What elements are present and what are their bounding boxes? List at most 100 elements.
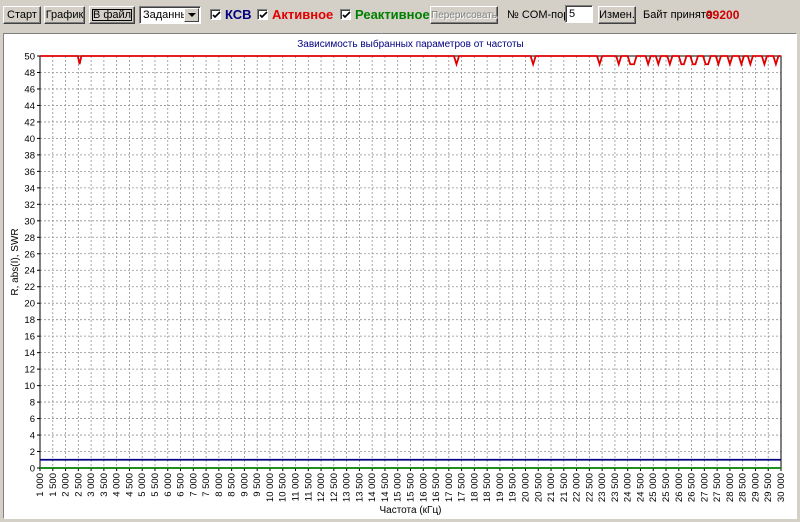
x-tick-label: 12 000 <box>316 473 327 502</box>
y-tick-label: 16 <box>24 332 35 343</box>
x-tick-label: 9 500 <box>252 473 263 497</box>
y-tick-label: 12 <box>24 365 35 376</box>
x-tick-label: 16 500 <box>431 473 442 502</box>
x-tick-label: 6 000 <box>163 473 174 497</box>
change-button[interactable]: Измен. <box>598 6 636 24</box>
y-tick-label: 24 <box>24 266 35 277</box>
x-tick-label: 11 500 <box>303 473 314 501</box>
x-tick-label: 18 000 <box>469 473 480 502</box>
x-tick-label: 5 500 <box>150 473 161 497</box>
x-tick-label: 28 500 <box>738 473 749 502</box>
checkmark-icon <box>259 11 268 19</box>
y-tick-label: 40 <box>24 134 35 145</box>
x-tick-label: 19 000 <box>495 473 506 502</box>
chart-title: Зависимость выбранных параметров от част… <box>297 38 524 50</box>
y-tick-label: 38 <box>24 150 35 161</box>
mode-select[interactable]: Заданный <box>139 6 201 24</box>
start-button[interactable]: Старт <box>3 6 41 24</box>
y-tick-label: 42 <box>24 117 35 128</box>
y-tick-label: 0 <box>30 464 35 475</box>
checkmark-icon <box>212 11 221 19</box>
x-tick-label: 3 000 <box>86 473 97 497</box>
y-axis-label: R, abs(I), SWR <box>10 228 21 295</box>
y-tick-label: 26 <box>24 249 35 260</box>
x-tick-label: 30 000 <box>776 473 787 502</box>
y-tick-label: 4 <box>30 431 35 442</box>
x-tick-label: 15 000 <box>393 473 404 502</box>
y-tick-label: 36 <box>24 167 35 178</box>
com-port-input[interactable] <box>565 5 593 23</box>
active-checkbox[interactable] <box>257 9 268 20</box>
x-tick-label: 29 000 <box>750 473 761 502</box>
x-tick-label: 23 500 <box>610 473 621 502</box>
reactive-checkbox-label: Реактивное <box>355 7 430 22</box>
x-tick-label: 4 500 <box>124 473 135 497</box>
x-tick-label: 9 000 <box>239 473 250 497</box>
x-tick-label: 23 000 <box>597 473 608 502</box>
y-tick-label: 30 <box>24 216 35 227</box>
x-tick-label: 5 000 <box>137 473 148 497</box>
y-tick-label: 18 <box>24 315 35 326</box>
y-tick-label: 28 <box>24 233 35 244</box>
x-tick-label: 11 000 <box>291 473 302 501</box>
x-tick-label: 8 500 <box>227 473 238 497</box>
y-tick-label: 10 <box>24 381 35 392</box>
x-tick-label: 7 500 <box>201 473 212 497</box>
y-tick-label: 14 <box>24 348 35 359</box>
x-tick-label: 22 500 <box>584 473 595 502</box>
swr-checkbox-label: КСВ <box>225 7 252 22</box>
y-tick-label: 20 <box>24 299 35 310</box>
chart-panel: Зависимость выбранных параметров от част… <box>3 33 797 519</box>
dropdown-arrow-button[interactable] <box>184 8 199 22</box>
toolbar: Старт График В файл Заданный КСВ Активно… <box>0 0 800 30</box>
chart: Зависимость выбранных параметров от част… <box>10 38 787 516</box>
x-tick-label: 6 500 <box>176 473 187 497</box>
x-tick-label: 3 500 <box>99 473 110 497</box>
x-tick-label: 27 500 <box>712 473 723 502</box>
x-tick-label: 27 000 <box>699 473 710 502</box>
x-tick-label: 25 000 <box>648 473 659 502</box>
chevron-down-icon <box>187 13 196 17</box>
y-tick-label: 50 <box>24 52 35 63</box>
swr-checkbox[interactable] <box>210 9 221 20</box>
x-tick-label: 22 000 <box>572 473 583 502</box>
x-tick-label: 20 500 <box>533 473 544 502</box>
y-tick-label: 48 <box>24 68 35 79</box>
y-tick-label: 46 <box>24 84 35 95</box>
x-tick-label: 2 000 <box>61 473 72 497</box>
y-tick-label: 2 <box>30 447 35 458</box>
x-tick-label: 26 000 <box>674 473 685 502</box>
x-tick-label: 13 000 <box>342 473 353 502</box>
x-tick-label: 16 000 <box>418 473 429 502</box>
x-tick-label: 15 500 <box>406 473 417 502</box>
y-tick-label: 44 <box>24 101 35 112</box>
x-tick-label: 10 500 <box>278 473 289 502</box>
x-tick-label: 4 000 <box>112 473 123 497</box>
y-tick-label: 8 <box>30 398 35 409</box>
bytes-received-value: 99200 <box>706 8 740 22</box>
x-tick-label: 1 000 <box>35 473 46 497</box>
reactive-checkbox[interactable] <box>340 9 351 20</box>
y-tick-label: 32 <box>24 200 35 211</box>
x-tick-label: 24 500 <box>635 473 646 502</box>
x-tick-label: 8 000 <box>214 473 225 497</box>
active-checkbox-label: Активное <box>272 7 334 22</box>
to-file-button[interactable]: В файл <box>89 6 135 24</box>
x-tick-label: 26 500 <box>687 473 698 502</box>
bytes-received-label: Байт принято: <box>643 9 715 21</box>
x-tick-label: 20 000 <box>520 473 531 502</box>
x-tick-label: 21 000 <box>546 473 557 502</box>
x-tick-label: 10 000 <box>265 473 276 502</box>
x-tick-label: 17 000 <box>444 473 455 502</box>
x-tick-label: 25 500 <box>661 473 672 502</box>
graph-button[interactable]: График <box>44 6 85 24</box>
x-tick-label: 29 500 <box>763 473 774 502</box>
x-tick-label: 14 000 <box>367 473 378 502</box>
x-tick-label: 19 500 <box>508 473 519 502</box>
x-tick-label: 21 500 <box>559 473 570 502</box>
x-tick-label: 7 000 <box>188 473 199 497</box>
recalc-button[interactable]: Перерисовать <box>430 6 498 24</box>
x-tick-label: 2 500 <box>73 473 84 497</box>
y-tick-label: 22 <box>24 282 35 293</box>
y-tick-label: 34 <box>24 183 35 194</box>
